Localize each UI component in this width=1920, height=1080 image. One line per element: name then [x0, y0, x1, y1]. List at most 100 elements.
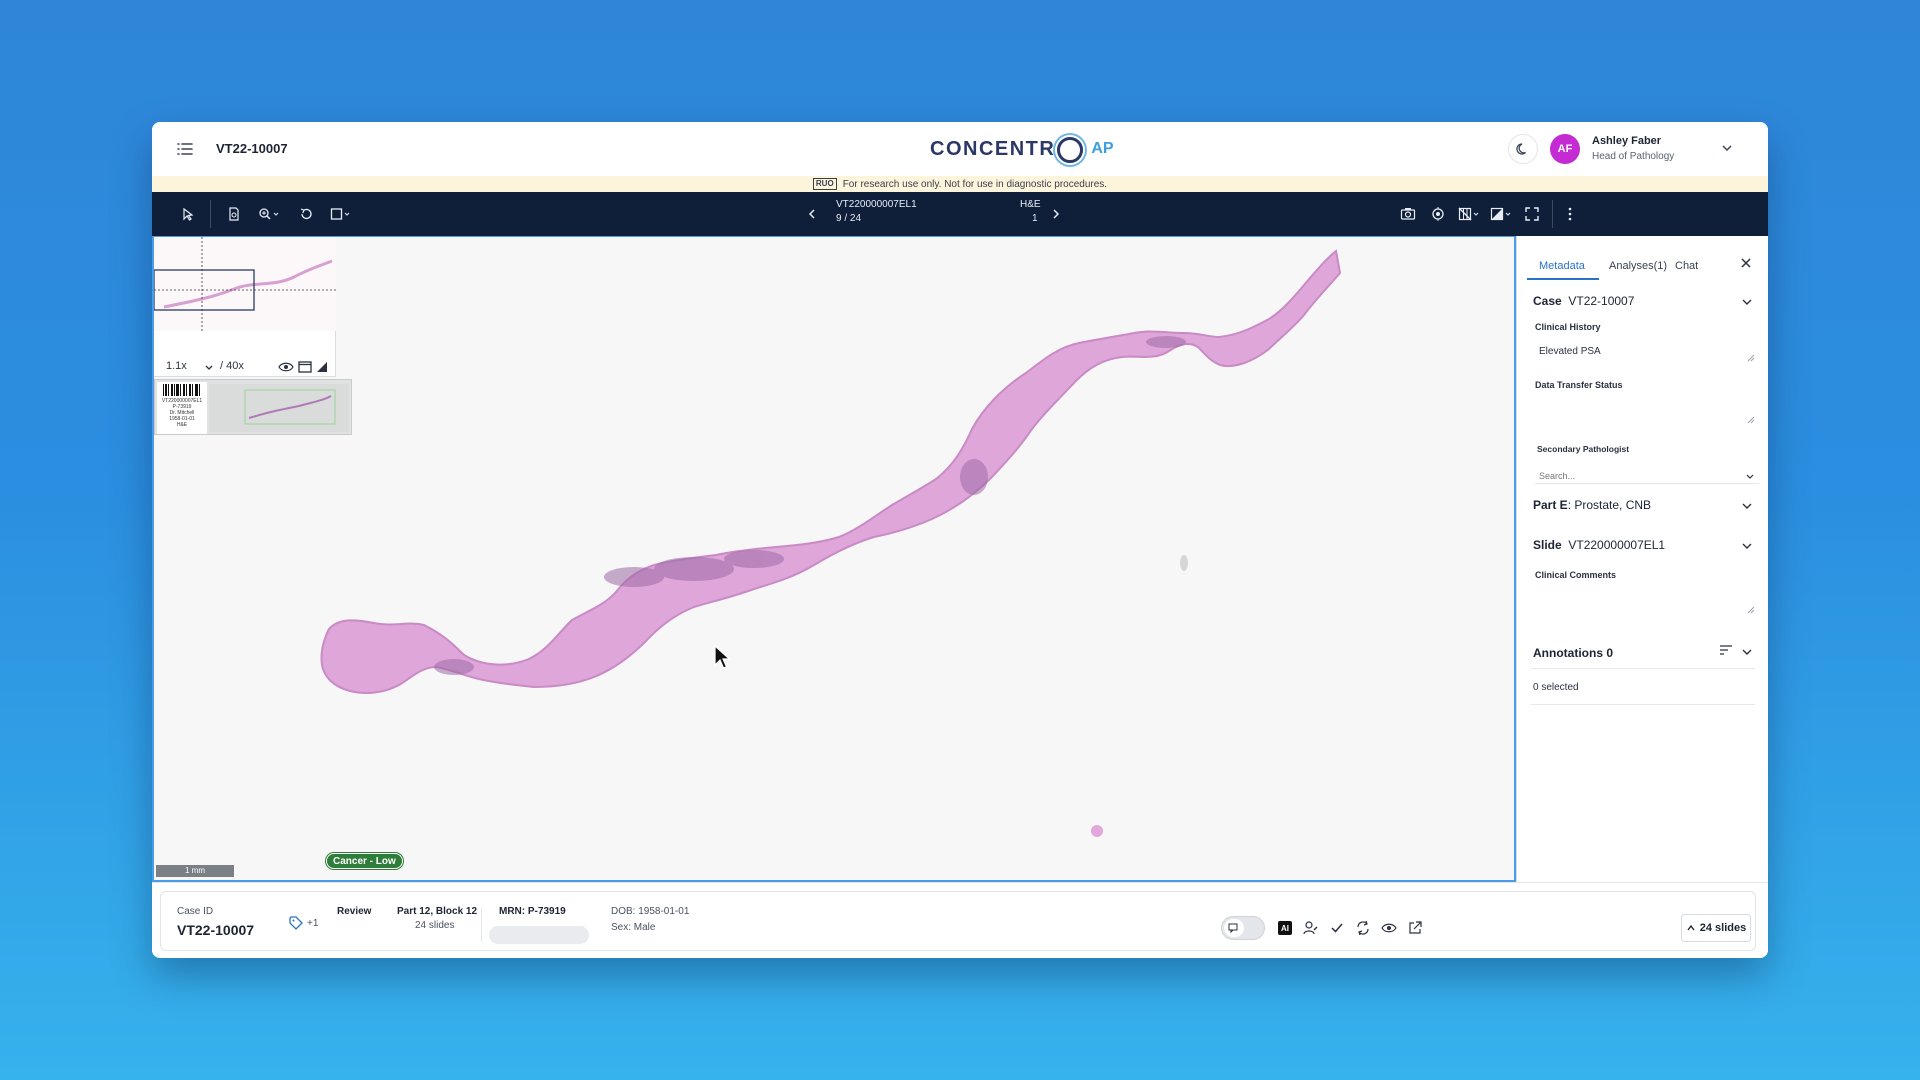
slide-label-thumbnail[interactable]: VT220000007EL1 P-73919 Dr. Mitchell 1958…	[154, 379, 352, 435]
close-panel-button[interactable]	[1739, 256, 1753, 270]
moon-icon	[1516, 143, 1526, 155]
more-options-button[interactable]	[1560, 204, 1580, 224]
chevron-up-icon	[1687, 924, 1695, 931]
tag-icon[interactable]	[289, 916, 303, 930]
view-button[interactable]	[1379, 918, 1399, 938]
user-edit-icon	[1303, 921, 1318, 935]
part-section-header[interactable]: Part E: Prostate, CNB	[1533, 498, 1651, 512]
pointer-tool-button[interactable]	[178, 204, 198, 224]
image-adjust-icon	[1490, 207, 1511, 221]
case-title: VT22-10007	[216, 141, 288, 156]
ruo-badge: RUO	[812, 178, 837, 190]
user-menu-chevron-icon[interactable]	[1720, 141, 1734, 155]
slide-viewer[interactable]: 1.1x / 40x VT220000007EL1 P-73919 Dr. Mi…	[152, 236, 1516, 882]
resize-handle-icon[interactable]	[1747, 606, 1755, 614]
logo-text: CONCENTR	[930, 137, 1056, 160]
slides-button-label: 24 slides	[1699, 922, 1747, 934]
snapshot-button[interactable]	[1398, 204, 1418, 224]
search-chevron-down-icon[interactable]	[1745, 472, 1755, 482]
image-adjust-button[interactable]	[1488, 204, 1514, 224]
case-id-label: Case ID	[177, 906, 214, 917]
sort-icon[interactable]	[1719, 644, 1733, 656]
ai-button[interactable]: AI	[1275, 918, 1295, 938]
zoom-level[interactable]: 1.1x	[166, 360, 187, 372]
zoom-chevron-down-icon[interactable]	[204, 363, 214, 373]
label-line: H&E	[176, 422, 188, 428]
chat-toggle[interactable]	[1221, 916, 1265, 940]
tab-chat[interactable]: Chat	[1675, 260, 1698, 272]
case-status: Review	[337, 906, 372, 917]
fullscreen-button[interactable]	[1522, 204, 1542, 224]
resize-handle-icon[interactable]	[1747, 354, 1755, 362]
zoom-icon	[259, 208, 279, 220]
tab-analyses[interactable]: Analyses(1)	[1609, 260, 1667, 272]
next-slide-button[interactable]	[1046, 204, 1066, 224]
toggle-knob	[1224, 919, 1244, 937]
case-footer: Case ID VT22-10007 +1 Review Part 12, Bl…	[152, 882, 1768, 958]
chevron-left-icon	[808, 209, 815, 219]
slide-chevron-down-icon[interactable]	[1741, 540, 1753, 552]
mrn: MRN: P-73919	[499, 906, 566, 917]
resize-corner-icon[interactable]	[316, 361, 328, 373]
zoom-tool-button[interactable]	[256, 204, 282, 224]
sync-button[interactable]	[1353, 918, 1373, 938]
ai-icon: AI	[1278, 921, 1292, 935]
menu-icon[interactable]	[176, 140, 194, 158]
eye-icon[interactable]	[278, 361, 294, 373]
tissue-image[interactable]	[154, 237, 1514, 881]
chevron-right-icon	[1053, 209, 1060, 219]
tag-count[interactable]: +1	[307, 918, 318, 929]
part-slides-count: 24 slides	[415, 920, 455, 931]
overview-panel[interactable]: 1.1x / 40x	[153, 237, 336, 377]
sex: Sex: Male	[611, 922, 656, 933]
clinical-history-value[interactable]: Elevated PSA	[1539, 346, 1601, 357]
assign-user-button[interactable]	[1301, 918, 1321, 938]
slides-tray-button[interactable]: 24 slides	[1681, 914, 1751, 942]
overview-map[interactable]	[153, 237, 336, 331]
rectangle-icon	[330, 208, 350, 220]
panel-divider	[1531, 668, 1755, 669]
annotations-label: Annotations 0	[1533, 646, 1613, 660]
chat-icon	[1228, 923, 1238, 933]
resize-handle-icon[interactable]	[1747, 416, 1755, 424]
case-value: VT22-10007	[1568, 294, 1635, 308]
app-header: VT22-10007 CONCENTR AP AF Ashley Faber H…	[152, 122, 1768, 176]
barcode-icon	[163, 384, 200, 396]
dark-mode-button[interactable]	[1508, 134, 1538, 164]
ai-classification-badge[interactable]: Cancer - Low	[326, 853, 403, 869]
annotations-header[interactable]: Annotations 0	[1533, 646, 1613, 660]
open-external-button[interactable]	[1405, 918, 1425, 938]
secondary-pathologist-search[interactable]	[1535, 468, 1759, 484]
document-tool-button[interactable]	[224, 204, 244, 224]
scale-bar: 1 mm	[156, 865, 234, 877]
logo-ring-icon	[1057, 137, 1084, 163]
ruo-text: For research use only. Not for use in di…	[842, 178, 1108, 190]
part-chevron-down-icon[interactable]	[1741, 500, 1753, 512]
annotations-chevron-down-icon[interactable]	[1741, 646, 1753, 658]
grid-toggle-button[interactable]	[1456, 204, 1482, 224]
concentriq-logo: CONCENTR AP	[930, 134, 1114, 164]
target-button[interactable]	[1428, 204, 1448, 224]
viewer-toolbar: VT220000007EL1 9 / 24 H&E 1	[152, 192, 1768, 236]
case-section-header[interactable]: Case VT22-10007	[1533, 294, 1634, 308]
grid-off-icon	[1458, 207, 1479, 221]
stain-label: H&E	[1020, 199, 1041, 210]
slide-section-header[interactable]: Slide VT220000007EL1	[1533, 538, 1665, 552]
case-summary-card: Case ID VT22-10007 +1 Review Part 12, Bl…	[160, 891, 1756, 951]
target-icon	[1432, 207, 1444, 221]
user-avatar[interactable]: AF	[1550, 134, 1580, 164]
overview-tissue-image	[153, 237, 336, 331]
rotate-tool-button[interactable]	[296, 204, 316, 224]
dob: DOB: 1958-01-01	[611, 906, 690, 917]
window-icon[interactable]	[298, 361, 312, 373]
prev-slide-button[interactable]	[802, 204, 822, 224]
fullscreen-icon	[1525, 207, 1539, 221]
panel-divider	[1531, 704, 1755, 705]
tab-metadata[interactable]: Metadata	[1539, 260, 1585, 272]
shape-tool-button[interactable]	[328, 204, 354, 224]
case-label: Case	[1533, 294, 1562, 308]
case-chevron-down-icon[interactable]	[1741, 296, 1753, 308]
slide-label: VT220000007EL1 P-73919 Dr. Mitchell 1958…	[157, 382, 207, 434]
approve-button[interactable]	[1327, 918, 1347, 938]
slide-label: Slide	[1533, 538, 1562, 552]
